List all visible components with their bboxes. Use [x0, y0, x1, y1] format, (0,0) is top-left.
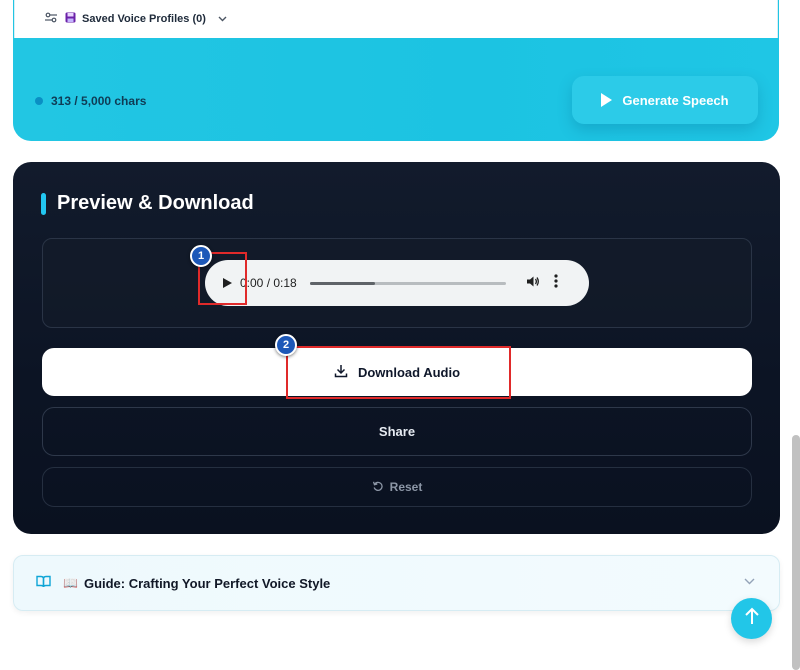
guide-accordion[interactable]: 📖 Guide: Crafting Your Perfect Voice Sty… [13, 555, 780, 611]
reset-button[interactable]: Reset [42, 467, 752, 507]
scroll-to-top-button[interactable] [731, 598, 772, 639]
arrow-up-icon [744, 607, 760, 631]
char-count-text: 313 / 5,000 chars [51, 94, 147, 108]
chevron-down-icon [218, 14, 227, 25]
annotation-badge-1: 1 [190, 245, 212, 267]
sliders-icon [43, 12, 59, 26]
audio-player-container: 0:00 / 0:18 [42, 238, 752, 328]
saved-voice-profiles-label: Saved Voice Profiles (0) [82, 13, 206, 25]
chevron-down-icon[interactable] [744, 574, 755, 588]
saved-voice-profiles-toggle[interactable]: Saved Voice Profiles (0) [14, 0, 778, 38]
heading-accent-bar [41, 192, 46, 215]
guide-title: Guide: Crafting Your Perfect Voice Style [83, 575, 331, 591]
audio-progress-track[interactable] [310, 281, 506, 285]
preview-title: Preview & Download [57, 192, 254, 214]
share-label: Share [378, 424, 416, 439]
generator-card: Saved Voice Profiles (0) 313 / 5,000 cha… [13, 0, 779, 141]
book-open-icon [36, 575, 51, 591]
play-icon [601, 93, 613, 107]
annotation-badge-2: 2 [275, 334, 297, 356]
page-scrollbar[interactable] [792, 435, 800, 670]
audio-player: 0:00 / 0:18 [205, 260, 589, 306]
book-emoji: 📖 [63, 576, 78, 590]
more-options-icon[interactable] [554, 273, 558, 293]
floppy-disk-icon [65, 12, 76, 26]
char-counter: 313 / 5,000 chars [35, 94, 146, 108]
status-dot [35, 97, 43, 105]
reset-label: Reset [389, 480, 423, 494]
section-heading: Preview & Download [41, 192, 254, 215]
audio-progress-fill [310, 281, 375, 285]
generate-speech-button[interactable]: Generate Speech [572, 76, 758, 124]
share-button[interactable]: Share [42, 407, 752, 456]
generate-speech-label: Generate Speech [622, 92, 729, 108]
rotate-ccw-icon [372, 480, 384, 495]
volume-icon[interactable] [526, 275, 540, 291]
annotation-box-2 [286, 346, 511, 399]
audio-time: 0:00 / 0:18 [240, 276, 297, 290]
